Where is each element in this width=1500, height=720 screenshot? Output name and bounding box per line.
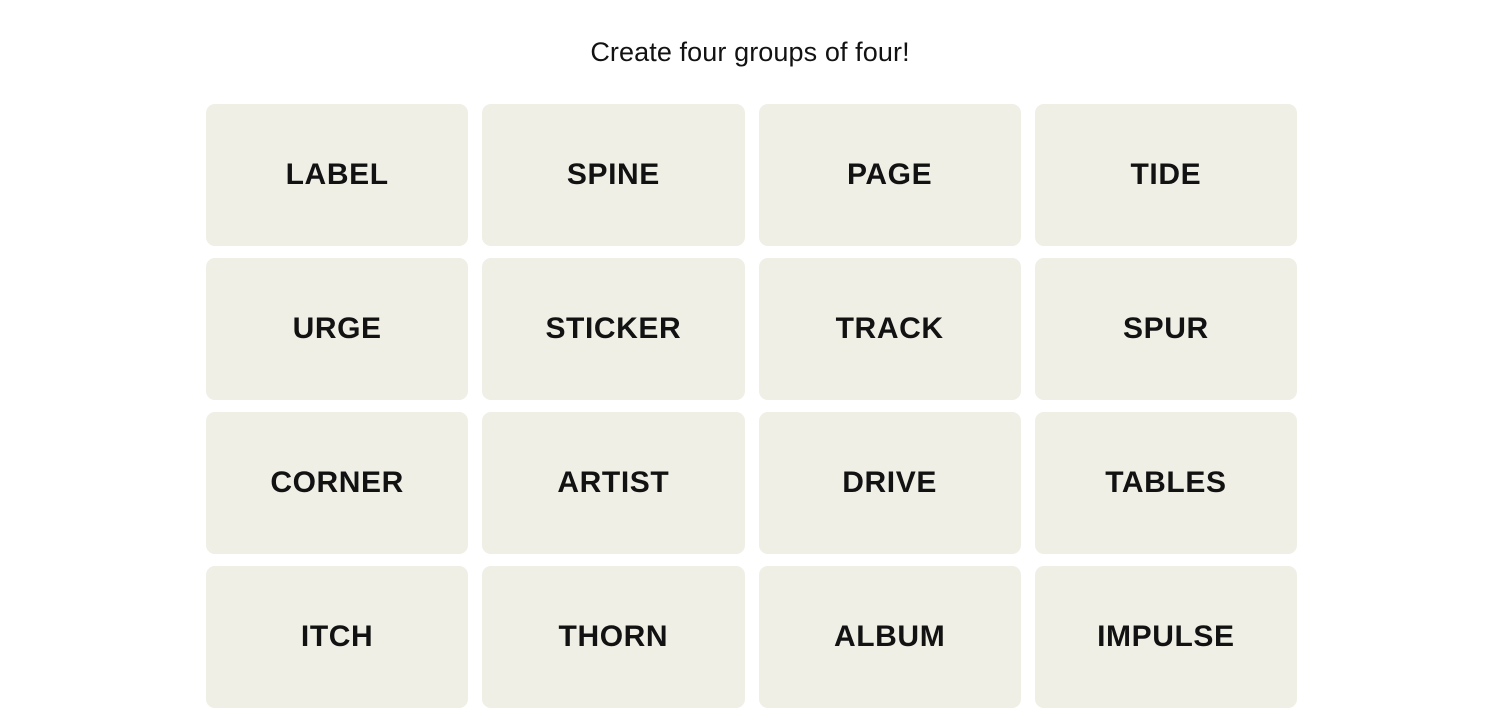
word-tile[interactable]: ITCH: [206, 566, 469, 708]
word-tile-label: TRACK: [835, 312, 944, 345]
word-grid: LABEL SPINE PAGE TIDE URGE STICKER TRACK…: [206, 104, 1297, 708]
word-tile[interactable]: PAGE: [758, 104, 1021, 246]
word-tile[interactable]: TABLES: [1034, 412, 1297, 554]
word-tile-label: PAGE: [847, 158, 933, 191]
word-tile[interactable]: LABEL: [206, 104, 469, 246]
word-tile-label: ITCH: [300, 620, 374, 653]
connections-game-page: Create four groups of four! LABEL SPINE …: [0, 0, 1500, 720]
word-tile-label: CORNER: [270, 466, 404, 499]
word-tile[interactable]: DRIVE: [758, 412, 1021, 554]
word-tile-label: STICKER: [545, 312, 682, 345]
word-tile[interactable]: ALBUM: [758, 566, 1021, 708]
word-tile-label: SPINE: [566, 158, 660, 191]
word-tile[interactable]: STICKER: [482, 258, 745, 400]
word-tile[interactable]: ARTIST: [482, 412, 745, 554]
word-tile-label: URGE: [292, 312, 382, 345]
word-tile-label: DRIVE: [842, 466, 937, 499]
word-tile-label: IMPULSE: [1097, 620, 1235, 653]
word-tile-label: TABLES: [1105, 466, 1227, 499]
word-tile-label: ALBUM: [833, 620, 946, 653]
word-tile[interactable]: URGE: [206, 258, 469, 400]
word-tile-label: SPUR: [1123, 312, 1209, 345]
word-tile-label: THORN: [558, 620, 669, 653]
word-tile[interactable]: SPINE: [482, 104, 745, 246]
word-tile[interactable]: TIDE: [1034, 104, 1297, 246]
word-tile-label: LABEL: [285, 158, 389, 191]
word-tile-label: ARTIST: [557, 466, 670, 499]
word-tile[interactable]: THORN: [482, 566, 745, 708]
word-tile[interactable]: IMPULSE: [1034, 566, 1297, 708]
word-tile[interactable]: TRACK: [758, 258, 1021, 400]
word-tile[interactable]: SPUR: [1034, 258, 1297, 400]
word-tile[interactable]: CORNER: [206, 412, 469, 554]
word-tile-label: TIDE: [1130, 158, 1202, 191]
page-instruction: Create four groups of four!: [590, 36, 910, 67]
